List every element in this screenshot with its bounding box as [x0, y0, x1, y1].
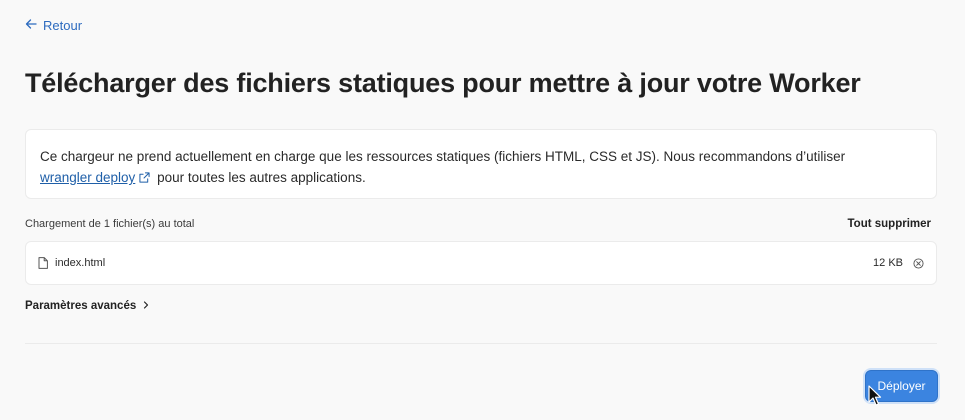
close-circle-icon[interactable] [913, 257, 924, 269]
page: Retour Télécharger des fichiers statique… [0, 0, 965, 420]
upload-summary: Chargement de 1 fichier(s) au total [25, 218, 195, 230]
file-size: 12 KB [873, 257, 903, 269]
arrow-left-icon [25, 18, 37, 33]
page-title: Télécharger des fichiers statiques pour … [25, 68, 861, 98]
advanced-settings-toggle[interactable]: Paramètres avancés [25, 300, 150, 312]
advanced-settings-label: Paramètres avancés [25, 300, 137, 312]
delete-all-button[interactable]: Tout supprimer [848, 218, 931, 230]
external-link-icon [139, 168, 150, 189]
info-text-after: pour toutes les autres applications. [157, 170, 366, 185]
wrangler-deploy-link[interactable]: wrangler deploy [40, 170, 135, 185]
divider [25, 343, 937, 344]
file-icon [38, 257, 48, 269]
back-link-label: Retour [43, 18, 83, 33]
info-notice: Ce chargeur ne prend actuellement en cha… [25, 129, 937, 199]
file-name: index.html [55, 257, 106, 269]
deploy-button[interactable]: Déployer [865, 370, 938, 402]
chevron-right-icon [142, 300, 150, 312]
file-row: index.html 12 KB [25, 241, 937, 285]
back-link[interactable]: Retour [25, 18, 82, 33]
info-text: Ce chargeur ne prend actuellement en cha… [40, 149, 846, 164]
